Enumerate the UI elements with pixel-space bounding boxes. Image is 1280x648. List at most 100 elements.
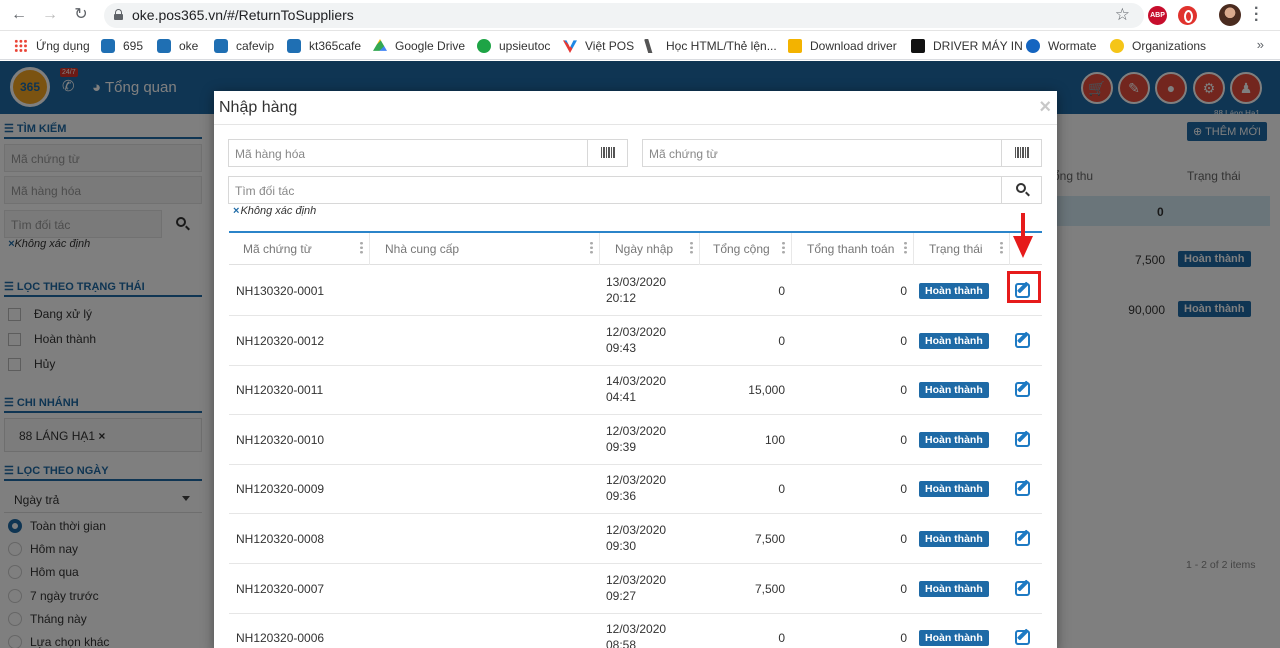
- bookmark-star-icon[interactable]: ☆: [1115, 5, 1130, 25]
- column-menu-icon[interactable]: [360, 241, 363, 254]
- vietpos-icon: [563, 40, 577, 53]
- search-icon: [1016, 183, 1026, 193]
- table-row[interactable]: NH120320-0006 12/03/2020 08:58 0 0 Hoàn thành: [229, 613, 1042, 648]
- product-code-field[interactable]: Mã hàng hóa: [228, 139, 628, 167]
- bookmark-cafevip[interactable]: cafevip: [214, 38, 274, 54]
- col-import-date[interactable]: Ngày nhập: [600, 233, 700, 265]
- doc-code-cell: NH120320-0011: [236, 383, 324, 398]
- table-row[interactable]: NH120320-0007 12/03/2020 09:27 7,500 0 Hoàn t…: [229, 564, 1042, 614]
- search-button[interactable]: [1001, 177, 1041, 203]
- bookmark-download-driver[interactable]: Download driver: [788, 38, 897, 54]
- col-total-paid[interactable]: Tổng thanh toán: [792, 233, 914, 265]
- address-bar[interactable]: oke.pos365.vn/#/ReturnToSuppliers ☆: [104, 3, 1144, 28]
- barcode-scan-button[interactable]: [587, 140, 627, 166]
- lock-icon: [114, 9, 123, 20]
- column-menu-icon[interactable]: [690, 241, 693, 254]
- bookmark-wormate[interactable]: Wormate: [1026, 38, 1096, 54]
- remove-tag-icon[interactable]: ×: [233, 205, 239, 217]
- close-icon[interactable]: ×: [1039, 96, 1051, 119]
- table-row[interactable]: NH120320-0008 12/03/2020 09:30 7,500 0 Hoàn t…: [229, 514, 1042, 564]
- paid-cell: 0: [900, 631, 907, 646]
- bookmark-oke[interactable]: oke: [157, 38, 198, 54]
- total-cell: 7,500: [754, 581, 785, 596]
- opera-icon[interactable]: [1178, 6, 1197, 25]
- upload-icon: [477, 39, 491, 53]
- table-row[interactable]: NH120320-0010 12/03/2020 09:39 100 0 Hoàn thà…: [229, 415, 1042, 465]
- col-status[interactable]: Trạng thái: [914, 233, 1010, 265]
- status-badge: Hoàn thành: [919, 332, 989, 349]
- paid-cell: 0: [900, 333, 907, 348]
- paid-cell: 0: [900, 482, 907, 497]
- edit-icon[interactable]: [1015, 529, 1033, 546]
- wormate-icon: [1026, 39, 1040, 53]
- col-total[interactable]: Tổng cộng: [700, 233, 792, 265]
- bookmark-google-drive[interactable]: Google Drive: [373, 38, 465, 54]
- bookmarks-bar: Ứng dụng 695 oke cafevip kt365cafe Googl…: [0, 31, 1280, 60]
- column-menu-icon[interactable]: [782, 241, 785, 254]
- import-modal: Nhập hàng × Mã hàng hóa Mã chứng từ Tìm …: [214, 91, 1057, 648]
- edit-icon[interactable]: [1015, 479, 1033, 497]
- doc-code-cell: NH120320-0006: [236, 631, 325, 646]
- forward-icon[interactable]: →: [41, 6, 59, 24]
- back-icon[interactable]: ←: [10, 6, 28, 24]
- bookmark-kt365cafe[interactable]: kt365cafe: [287, 38, 361, 54]
- paid-cell: 0: [900, 284, 907, 298]
- total-cell: 15,000: [748, 383, 785, 398]
- table-row[interactable]: NH120320-0009 12/03/2020 09:36 0 0 Hoàn thành: [229, 464, 1042, 515]
- barcode-scan-button[interactable]: [1001, 140, 1041, 166]
- table-row[interactable]: NH120320-0012 12/03/2020 09:43 0 0 Hoàn thành: [229, 316, 1042, 366]
- bookmarks-overflow-icon[interactable]: »: [1257, 37, 1264, 52]
- status-badge: Hoàn thành: [919, 531, 989, 547]
- paid-cell: 0: [900, 532, 907, 546]
- date-cell: 14/03/2020 04:41: [606, 374, 667, 405]
- doc-code-cell: NH120320-0008: [236, 532, 325, 546]
- bookmark-driver-may-in[interactable]: DRIVER MÁY IN: [911, 38, 1023, 54]
- edit-icon[interactable]: [1015, 430, 1033, 447]
- status-badge: Hoàn thành: [919, 283, 989, 299]
- column-menu-icon[interactable]: [590, 241, 593, 254]
- doc-code-field[interactable]: Mã chứng từ: [642, 139, 1042, 167]
- edit-icon[interactable]: [1015, 628, 1033, 646]
- bookmark-html[interactable]: Học HTML/Thẻ lện...: [644, 38, 777, 54]
- bookmark-apps[interactable]: Ứng dụng: [14, 38, 90, 54]
- column-menu-icon[interactable]: [1000, 241, 1003, 254]
- table-row[interactable]: NH120320-0011 14/03/2020 04:41 15,000 0 Hoàn …: [229, 365, 1042, 416]
- bookmark-vietpos[interactable]: Việt POS: [563, 38, 634, 54]
- doc-code-cell: NH120320-0012: [236, 333, 325, 348]
- total-cell: 7,500: [754, 532, 785, 546]
- annotation-arrow-head: [1013, 236, 1033, 258]
- adblock-icon[interactable]: ABP: [1148, 6, 1167, 25]
- browser-menu-icon[interactable]: · · ·: [1254, 1, 1260, 29]
- total-cell: 100: [764, 432, 785, 447]
- annotation-highlight: [1007, 271, 1041, 303]
- doc-code-cell: NH120320-0009: [236, 482, 325, 497]
- edit-icon[interactable]: [1015, 579, 1033, 596]
- partner-search-field[interactable]: Tìm đối tác: [228, 176, 1042, 204]
- vimeo-icon: [911, 39, 925, 53]
- bookmark-695[interactable]: 695: [101, 38, 143, 54]
- html-icon: [644, 39, 653, 53]
- google-drive-icon: [373, 39, 387, 51]
- col-supplier[interactable]: Nhà cung cấp: [370, 233, 600, 265]
- pos365-icon: [214, 39, 228, 53]
- status-badge: Hoàn thành: [919, 431, 989, 448]
- date-cell: 12/03/2020 09:27: [606, 572, 667, 603]
- profile-avatar[interactable]: [1219, 4, 1241, 26]
- reload-icon[interactable]: ↻: [72, 6, 90, 24]
- modal-title: Nhập hàng: [219, 99, 298, 116]
- status-badge: Hoàn thành: [919, 382, 989, 399]
- import-grid: Mã chứng từ Nhà cung cấp Ngày nhập Tổng …: [229, 231, 1042, 648]
- date-cell: 12/03/2020 08:58: [606, 622, 667, 648]
- total-cell: 0: [778, 333, 785, 348]
- table-row[interactable]: NH130320-0001 13/03/2020 20:12 0 0 Hoàn thành: [229, 266, 1042, 316]
- edit-icon[interactable]: [1015, 331, 1033, 348]
- column-menu-icon[interactable]: [904, 241, 907, 254]
- annotation-arrow: [1021, 213, 1025, 238]
- paid-cell: 0: [900, 383, 907, 398]
- col-doc-code[interactable]: Mã chứng từ: [229, 233, 370, 265]
- bookmark-organizations[interactable]: Organizations: [1110, 38, 1206, 54]
- edit-icon[interactable]: [1015, 380, 1033, 398]
- paid-cell: 0: [900, 581, 907, 596]
- partner-filter-tag[interactable]: ×Không xác định: [233, 205, 316, 217]
- bookmark-upsieutoc[interactable]: upsieutoc: [477, 38, 550, 54]
